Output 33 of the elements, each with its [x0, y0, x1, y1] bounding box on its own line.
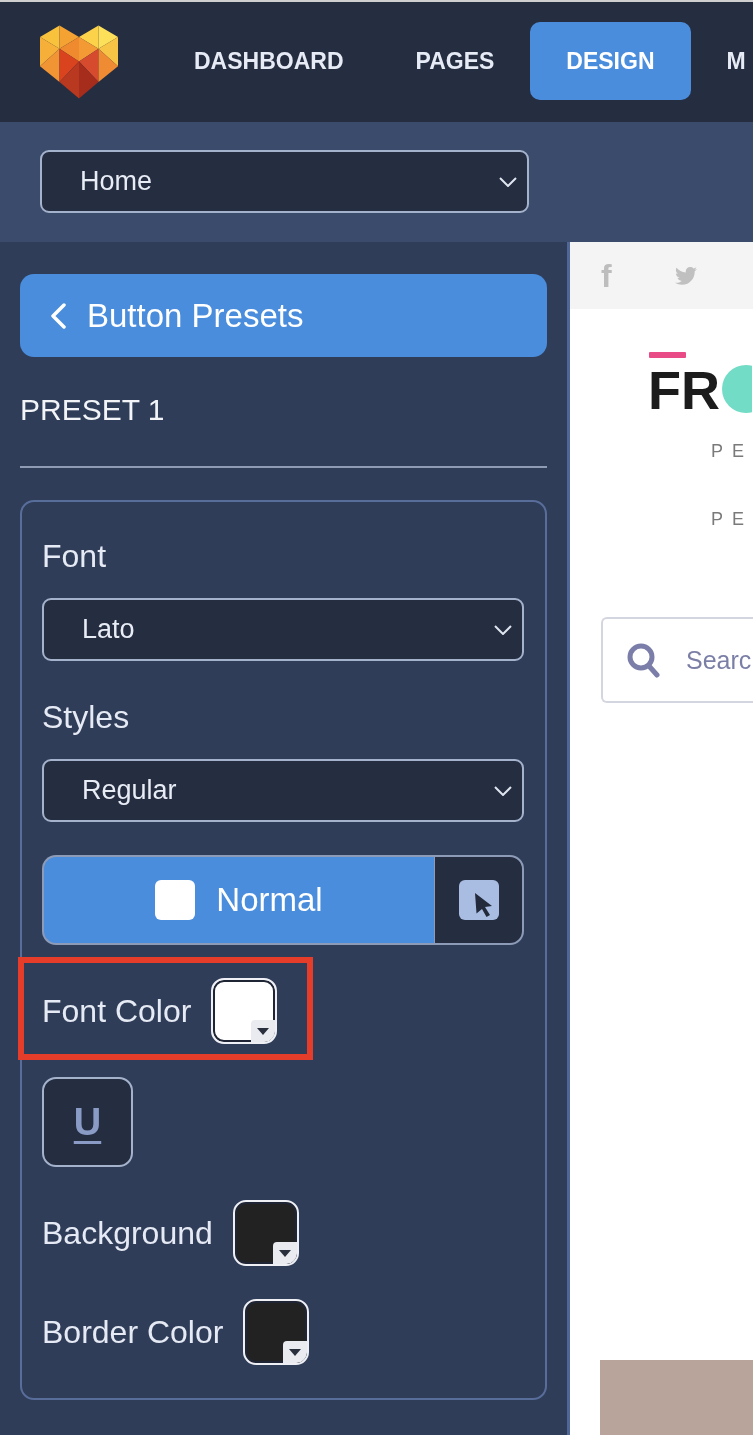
nav-tab[interactable]: DASHBOARD: [158, 22, 380, 100]
logo-text: FR: [648, 367, 720, 413]
field-label: Font: [42, 538, 107, 574]
field-label: Background: [42, 1215, 213, 1251]
chevron-left-icon: [50, 302, 66, 329]
color-swatch[interactable]: [243, 1299, 310, 1365]
nav-tab[interactable]: M: [690, 22, 753, 100]
dropdown[interactable]: Regular: [42, 759, 524, 822]
dash-icon: [649, 352, 686, 358]
field-label: Border Color: [42, 1314, 224, 1350]
search-icon: [627, 643, 660, 678]
underline-toggle[interactable]: U: [42, 1077, 133, 1167]
caret-icon: [251, 1020, 276, 1042]
nav-tab[interactable]: PAGES: [379, 22, 531, 100]
field-label: Styles: [42, 699, 130, 735]
caret-icon: [283, 1341, 308, 1363]
square-icon: [155, 880, 196, 920]
caret-icon: [272, 1242, 297, 1264]
dropdown[interactable]: Lato: [42, 598, 524, 661]
tagline-text: PE: [711, 440, 753, 462]
chevron-down-icon: [499, 176, 517, 187]
heart-logo-icon[interactable]: [40, 22, 118, 100]
color-swatch[interactable]: [211, 978, 278, 1044]
state-tab[interactable]: [434, 855, 524, 945]
preset-title: PRESET 1: [20, 393, 165, 427]
field-label: Font Color: [42, 993, 192, 1029]
chevron-down-icon: [494, 624, 512, 635]
color-swatch[interactable]: [232, 1200, 299, 1266]
page-select[interactable]: Home: [40, 150, 529, 213]
chevron-down-icon: [494, 785, 512, 796]
cursor-icon: [458, 880, 499, 920]
search-field[interactable]: Searc: [601, 617, 753, 703]
tagline-text: PE: [711, 508, 753, 530]
